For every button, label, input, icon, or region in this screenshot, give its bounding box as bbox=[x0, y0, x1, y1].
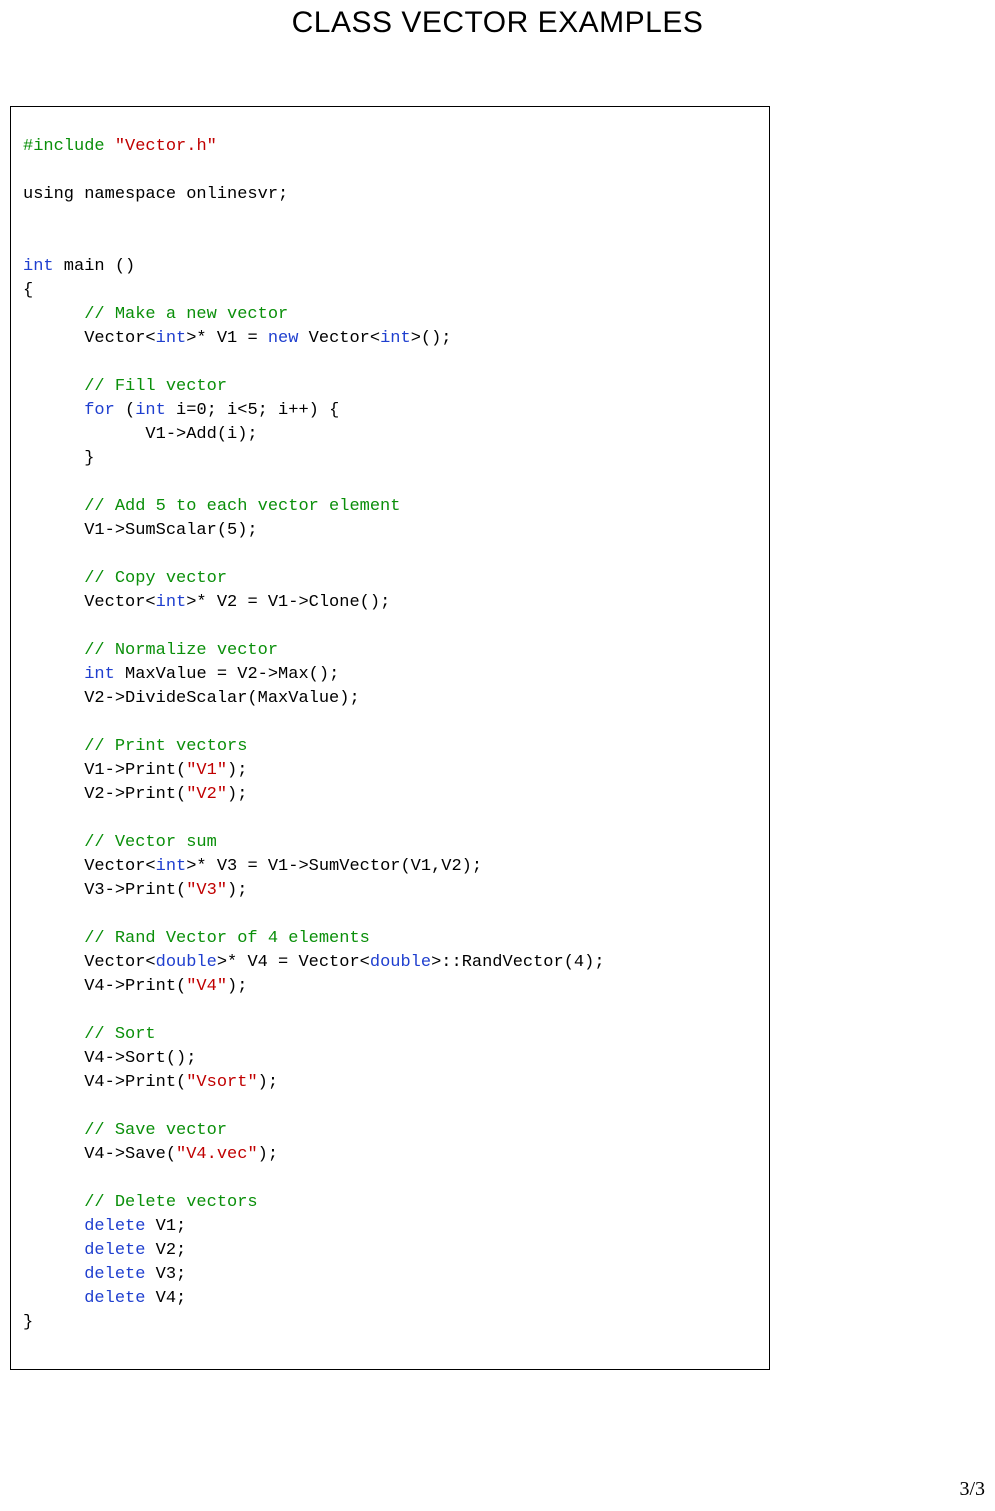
code-line: ); bbox=[227, 977, 247, 996]
code-line: i=0; i<5; i++) { bbox=[166, 401, 339, 420]
code-string: "V2" bbox=[186, 785, 227, 804]
page-number: 3/3 bbox=[959, 1478, 985, 1501]
code-comment: // Delete vectors bbox=[23, 1193, 258, 1212]
code-line: Vector< bbox=[23, 329, 156, 348]
code-line: MaxValue = V2->Max(); bbox=[115, 665, 339, 684]
code-keyword: int bbox=[23, 257, 54, 276]
code-comment: // Print vectors bbox=[23, 737, 247, 756]
code-keyword: delete bbox=[84, 1217, 145, 1236]
page: CLASS VECTOR EXAMPLES #include "Vector.h… bbox=[0, 6, 995, 1511]
code-comment: // Add 5 to each vector element bbox=[23, 497, 400, 516]
code-line: >::RandVector(4); bbox=[431, 953, 604, 972]
code-line: V1; bbox=[145, 1217, 186, 1236]
code-line: V4->Sort(); bbox=[23, 1049, 196, 1068]
code-string: "V3" bbox=[186, 881, 227, 900]
code-line: V4->Print( bbox=[23, 977, 186, 996]
code-string: "Vector.h" bbox=[115, 137, 217, 156]
code-line bbox=[23, 665, 84, 684]
code-keyword: int bbox=[135, 401, 166, 420]
code-line: >* V1 = bbox=[186, 329, 268, 348]
code-line: using namespace onlinesvr; bbox=[23, 185, 288, 204]
page-title: CLASS VECTOR EXAMPLES bbox=[0, 6, 995, 40]
code-line: Vector< bbox=[23, 953, 156, 972]
code-string: "V4.vec" bbox=[176, 1145, 258, 1164]
code-keyword: for bbox=[84, 401, 115, 420]
code-line: ( bbox=[115, 401, 135, 420]
code-line: ); bbox=[227, 785, 247, 804]
code-line bbox=[23, 1217, 84, 1236]
code-comment: // Fill vector bbox=[23, 377, 227, 396]
code-line: } bbox=[23, 1313, 33, 1332]
code-block: #include "Vector.h" using namespace onli… bbox=[23, 135, 757, 1335]
code-line: V2->DivideScalar(MaxValue); bbox=[23, 689, 360, 708]
code-comment: // Sort bbox=[23, 1025, 156, 1044]
code-line: V4->Print( bbox=[23, 1073, 186, 1092]
code-line: V2->Print( bbox=[23, 785, 186, 804]
code-line: } bbox=[23, 449, 94, 468]
code-string: "V4" bbox=[186, 977, 227, 996]
code-line bbox=[23, 1289, 84, 1308]
code-box: #include "Vector.h" using namespace onli… bbox=[10, 106, 770, 1370]
code-line: ); bbox=[227, 761, 247, 780]
code-comment: // Rand Vector of 4 elements bbox=[23, 929, 370, 948]
code-string: "Vsort" bbox=[186, 1073, 257, 1092]
code-string: "V1" bbox=[186, 761, 227, 780]
code-comment: // Normalize vector bbox=[23, 641, 278, 660]
code-line: V3->Print( bbox=[23, 881, 186, 900]
code-keyword: double bbox=[370, 953, 431, 972]
code-line: V2; bbox=[145, 1241, 186, 1260]
code-line: V3; bbox=[145, 1265, 186, 1284]
code-comment: // Save vector bbox=[23, 1121, 227, 1140]
code-keyword: new bbox=[268, 329, 299, 348]
code-line: ); bbox=[227, 881, 247, 900]
code-keyword: delete bbox=[84, 1289, 145, 1308]
code-keyword: double bbox=[156, 953, 217, 972]
code-line: >* V4 = Vector< bbox=[217, 953, 370, 972]
code-keyword: delete bbox=[84, 1241, 145, 1260]
code-line: Vector< bbox=[23, 593, 156, 612]
code-comment: // Make a new vector bbox=[23, 305, 288, 324]
code-line: V1->SumScalar(5); bbox=[23, 521, 258, 540]
code-line bbox=[23, 401, 84, 420]
code-line: main () bbox=[54, 257, 136, 276]
code-keyword: int bbox=[156, 593, 187, 612]
code-comment: // Vector sum bbox=[23, 833, 217, 852]
code-line: >(); bbox=[411, 329, 452, 348]
code-directive: #include bbox=[23, 137, 105, 156]
code-line: Vector< bbox=[23, 857, 156, 876]
code-line: >* V3 = V1->SumVector(V1,V2); bbox=[186, 857, 482, 876]
code-line: V4; bbox=[145, 1289, 186, 1308]
code-line: V4->Save( bbox=[23, 1145, 176, 1164]
code-keyword: int bbox=[380, 329, 411, 348]
code-line: Vector< bbox=[298, 329, 380, 348]
code-line: V1->Print( bbox=[23, 761, 186, 780]
code-keyword: delete bbox=[84, 1265, 145, 1284]
code-line bbox=[23, 1265, 84, 1284]
code-line: V1->Add(i); bbox=[23, 425, 258, 444]
code-line: ); bbox=[258, 1145, 278, 1164]
code-line: >* V2 = V1->Clone(); bbox=[186, 593, 390, 612]
code-line bbox=[23, 1241, 84, 1260]
code-line: { bbox=[23, 281, 33, 300]
code-comment: // Copy vector bbox=[23, 569, 227, 588]
code-line: ); bbox=[258, 1073, 278, 1092]
code-keyword: int bbox=[156, 857, 187, 876]
code-keyword: int bbox=[156, 329, 187, 348]
code-keyword: int bbox=[84, 665, 115, 684]
